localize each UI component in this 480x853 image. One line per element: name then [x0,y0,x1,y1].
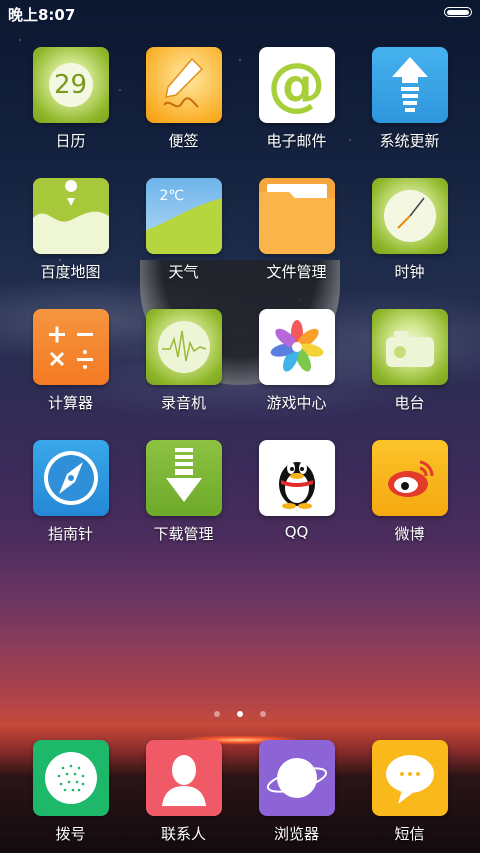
app-label: 短信 [394,825,425,843]
weather-icon: 2℃ [145,178,222,254]
page-dot[interactable] [260,711,267,717]
clock-icon [371,178,448,254]
app-label: 天气 [168,263,199,281]
app-label: 录音机 [160,394,206,412]
dialer-icon [32,740,109,816]
app-label: 微博 [394,525,425,543]
app-label: 指南针 [47,525,93,543]
compass-icon [32,440,109,516]
app-label: 时钟 [394,263,425,281]
calendar-icon: 29 [32,47,109,123]
system-update-icon [371,47,448,123]
messages-icon [371,740,448,816]
dock-browser[interactable]: 浏览器 [240,740,353,844]
app-email[interactable]: @ 电子邮件 [240,47,353,151]
app-weibo[interactable]: 微博 [353,440,466,544]
app-notes[interactable]: 便签 [127,47,240,151]
qq-penguin-icon [258,440,335,516]
app-calculator[interactable]: 计算器 [14,309,127,413]
app-radio[interactable]: 电台 [353,309,466,413]
app-download-manager[interactable]: 下载管理 [127,440,240,544]
page-indicator [0,702,480,721]
app-weather[interactable]: 2℃ 天气 [127,178,240,282]
app-label: 拨号 [55,825,86,843]
app-game-center[interactable]: 游戏中心 [240,309,353,413]
app-label: 电子邮件 [266,132,327,150]
app-label: 游戏中心 [266,394,327,412]
page-dot[interactable] [213,711,220,717]
dock-dialer[interactable]: 拨号 [14,740,127,844]
app-system-update[interactable]: 系统更新 [353,47,466,151]
app-label: 日历 [55,132,86,150]
dock-contacts[interactable]: 联系人 [127,740,240,844]
dock-messages[interactable]: 短信 [353,740,466,844]
app-label: 计算器 [47,394,93,412]
game-center-icon [258,309,335,385]
app-label: 文件管理 [266,263,327,281]
app-file-manager[interactable]: 文件管理 [240,178,353,282]
app-label: QQ [284,523,309,541]
app-clock[interactable]: 时钟 [353,178,466,282]
browser-icon [258,740,335,816]
download-icon [145,440,222,516]
calculator-icon [32,309,109,385]
status-bar: 晚上8:07 [0,0,480,26]
email-icon: @ [258,47,335,123]
app-label: 联系人 [160,825,206,843]
battery-icon [444,7,472,17]
weibo-icon [371,440,448,516]
folder-icon [258,178,335,254]
calendar-day: 29 [48,63,93,107]
weather-temp: 2℃ [159,188,185,204]
app-calendar[interactable]: 29 日历 [14,47,127,151]
status-time: 晚上8:07 [8,6,76,24]
app-label: 浏览器 [273,825,319,843]
app-label: 电台 [394,394,425,412]
notes-icon [145,47,222,123]
radio-icon [371,309,448,385]
map-icon [32,178,109,254]
app-label: 系统更新 [379,132,440,150]
app-compass[interactable]: 指南针 [14,440,127,544]
app-label: 下载管理 [153,525,214,543]
app-label: 百度地图 [40,263,101,281]
app-qq[interactable]: QQ [240,440,353,541]
app-label: 便签 [168,132,199,150]
contacts-icon [145,740,222,816]
recorder-icon [145,309,222,385]
app-baidu-map[interactable]: 百度地图 [14,178,127,282]
page-dot-active[interactable] [237,711,243,717]
app-recorder[interactable]: 录音机 [127,309,240,413]
